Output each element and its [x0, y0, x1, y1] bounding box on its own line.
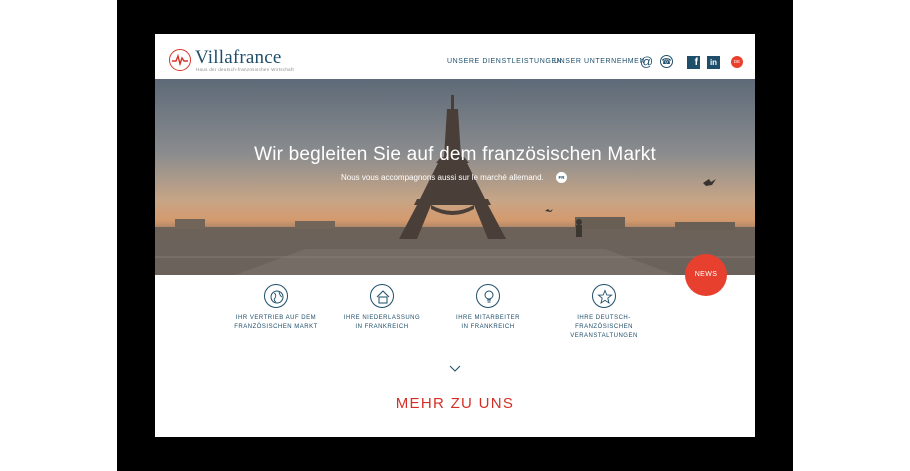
hero-subtitle[interactable]: Nous vous accompagnons aussi sur le marc…	[341, 173, 544, 182]
service-label: IHRE DEUTSCH-FRANZÖSISCHEN VERANSTALTUNGE…	[570, 315, 638, 339]
service-events[interactable]: IHRE DEUTSCH-FRANZÖSISCHEN VERANSTALTUNGE…	[549, 284, 659, 341]
service-branch[interactable]: IHRE NIEDERLASSUNG IN FRANKREICH	[327, 284, 437, 332]
service-staff[interactable]: IHRE MITARBEITER IN FRANKREICH	[433, 284, 543, 332]
nav-company[interactable]: UNSER UNTERNEHMEN	[554, 58, 645, 65]
logo-icon[interactable]	[169, 49, 191, 71]
lightbulb-icon	[476, 284, 500, 308]
service-label: IHR VERTRIEB AUF DEM FRANZÖSISCHEN MARKT	[234, 315, 318, 330]
more-about-us-link[interactable]: MEHR ZU UNS	[155, 395, 755, 412]
hero-banner: Wir begleiten Sie auf dem französischen …	[155, 79, 755, 275]
star-icon	[592, 284, 616, 308]
browser-viewport: Villafrance Haus der deutsch-französisch…	[155, 34, 755, 437]
service-label: IHRE NIEDERLASSUNG IN FRANKREICH	[343, 315, 421, 330]
hero-title: Wir begleiten Sie auf dem französischen …	[254, 144, 656, 165]
logo-wordmark[interactable]: Villafrance	[195, 47, 282, 69]
service-sales[interactable]: IHR VERTRIEB AUF DEM FRANZÖSISCHEN MARKT	[221, 284, 331, 332]
logo-tagline: Haus der deutsch-französischen Wirtschaf…	[196, 67, 295, 72]
house-icon	[370, 284, 394, 308]
site-header: Villafrance Haus der deutsch-französisch…	[155, 34, 755, 79]
service-label: IHRE MITARBEITER IN FRANKREICH	[456, 315, 520, 330]
at-icon[interactable]: @	[640, 55, 653, 68]
chevron-down-icon[interactable]	[449, 365, 461, 373]
phone-icon[interactable]: ☎	[660, 55, 673, 68]
nav-services[interactable]: UNSERE DIENSTLEISTUNGEN	[447, 58, 562, 65]
language-switch[interactable]: DE	[731, 56, 743, 68]
facebook-icon[interactable]: f	[687, 56, 700, 69]
news-button[interactable]: NEWS	[685, 254, 727, 296]
globe-icon	[264, 284, 288, 308]
language-badge-fr[interactable]: FR	[556, 172, 567, 183]
linkedin-icon[interactable]: in	[707, 56, 720, 69]
